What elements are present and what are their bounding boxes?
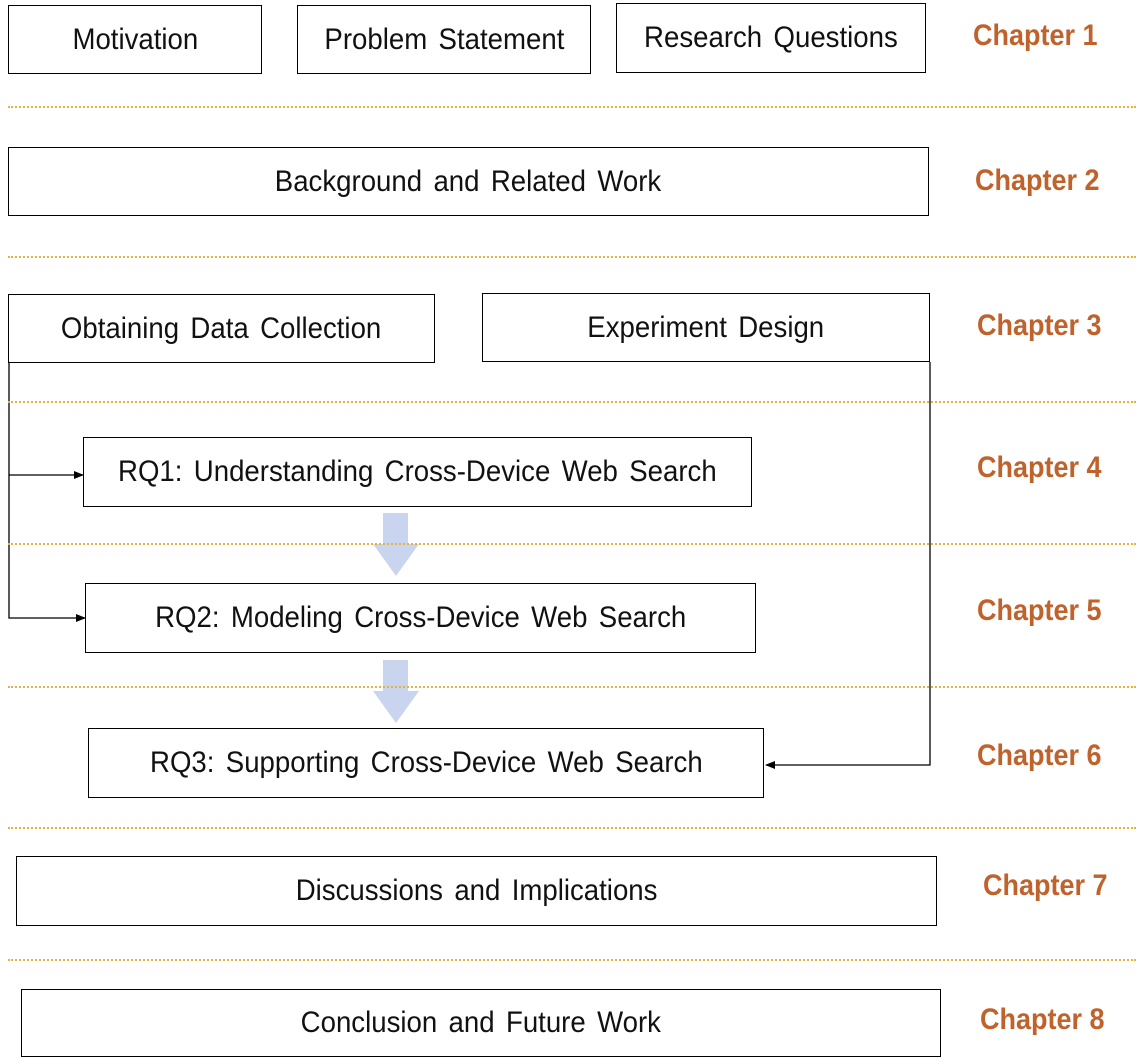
chapter-label-3: Chapter 3 [977, 309, 1102, 342]
box-experiment-design: Experiment Design [482, 293, 930, 362]
box-motivation: Motivation [8, 5, 262, 74]
chapter-separator [8, 959, 1136, 961]
edge-design-to-rq3 [765, 362, 931, 769]
flow-arrow-rq2-rq3 [373, 660, 419, 723]
chapter-label-4: Chapter 4 [977, 451, 1102, 484]
chapter-separator [8, 686, 1136, 688]
box-rq2: RQ2: Modeling Cross-Device Web Search [85, 583, 756, 653]
chapter-separator [8, 543, 1136, 545]
chapter-separator [8, 401, 1136, 403]
chapter-separator [8, 106, 1136, 108]
box-discussions-implications: Discussions and Implications [16, 856, 937, 926]
chapter-label-2: Chapter 2 [975, 164, 1100, 197]
edge-data-to-rq1 [8, 362, 84, 479]
chapter-label-8: Chapter 8 [980, 1003, 1105, 1036]
chapter-separator [8, 827, 1136, 829]
box-rq1: RQ1: Understanding Cross-Device Web Sear… [83, 437, 752, 507]
edge-data-to-rq2 [8, 475, 86, 622]
chapter-separator [8, 256, 1136, 258]
chapter-label-5: Chapter 5 [977, 594, 1102, 627]
box-rq3: RQ3: Supporting Cross-Device Web Search [88, 728, 764, 798]
box-background-related-work: Background and Related Work [8, 147, 929, 216]
box-problem-statement: Problem Statement [297, 5, 591, 74]
chapter-label-7: Chapter 7 [983, 869, 1108, 902]
box-research-questions: Research Questions [616, 3, 926, 73]
box-conclusion-future-work: Conclusion and Future Work [21, 989, 941, 1057]
chapter-label-6: Chapter 6 [977, 739, 1102, 772]
chapter-label-1: Chapter 1 [973, 19, 1098, 52]
box-obtaining-data-collection: Obtaining Data Collection [8, 294, 435, 363]
